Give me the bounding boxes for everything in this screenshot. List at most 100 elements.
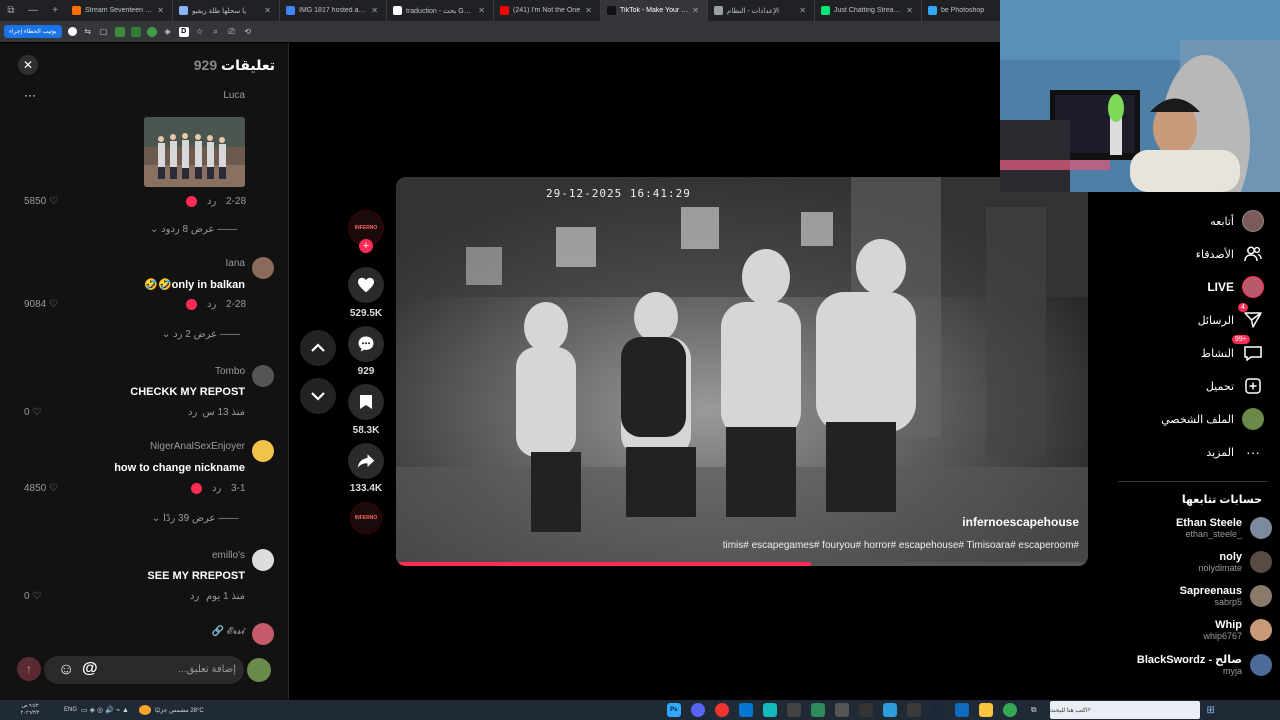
close-tab-icon[interactable]: ✕ bbox=[688, 6, 699, 15]
video-username[interactable]: infernoescapehouse bbox=[962, 515, 1079, 529]
comment-author[interactable]: Tombo bbox=[215, 366, 245, 377]
obs-icon[interactable] bbox=[858, 703, 873, 717]
view-replies-button[interactable]: ⌄ عرض 8 ردود —— bbox=[150, 224, 237, 235]
d-extension-icon[interactable]: D bbox=[178, 26, 189, 37]
close-tab-icon[interactable]: ✕ bbox=[260, 6, 271, 15]
browser-tab[interactable]: traduction - بحث Google✕ bbox=[387, 0, 494, 21]
reply-button[interactable]: رد bbox=[207, 196, 216, 207]
translate-icon[interactable]: ⟲ bbox=[243, 27, 253, 37]
sidebar-item-following[interactable]: أتابعه bbox=[1210, 209, 1264, 233]
sidebar-item-messages[interactable]: 4 الرسائل bbox=[1198, 303, 1264, 332]
avatar[interactable] bbox=[252, 257, 274, 279]
clock[interactable]: ٩:٥٣ ص ٢٠٢٦/٣/٢ bbox=[0, 703, 60, 717]
browser-tab[interactable]: TikTok - Make Your Day ✕ bbox=[601, 0, 708, 21]
follow-button[interactable]: + bbox=[359, 239, 373, 253]
like-button[interactable]: 4850 ♡ bbox=[24, 483, 58, 494]
puzzle-icon[interactable]: ▢ bbox=[99, 27, 109, 37]
capcut-icon[interactable] bbox=[786, 703, 801, 717]
sidebar-item-upload[interactable]: تحميل bbox=[1206, 374, 1264, 398]
browser-tab[interactable]: Just Chatting Streaming ✕ bbox=[815, 0, 922, 21]
video-hashtags[interactable]: timis# escapegames# fouryou# horror# esc… bbox=[723, 540, 1079, 551]
following-account[interactable]: Ethan Steele ethan_steele_ bbox=[1176, 517, 1272, 539]
comment-author[interactable]: 🔗 𝓔𝓻𝓼𝓲 bbox=[212, 626, 245, 637]
discord-icon[interactable] bbox=[690, 703, 705, 717]
comment-author[interactable]: Iana bbox=[226, 258, 245, 269]
video-progress-track[interactable] bbox=[396, 562, 1088, 566]
comments-button[interactable] bbox=[348, 326, 384, 362]
edge-icon[interactable] bbox=[954, 703, 969, 717]
cast-icon[interactable]: ⎚ bbox=[227, 27, 237, 37]
like-button[interactable]: 0 ♡ bbox=[24, 407, 41, 418]
like-button[interactable]: 5850 ♡ bbox=[24, 196, 58, 207]
like-button[interactable]: 0 ♡ bbox=[24, 591, 41, 602]
following-account[interactable]: noly nolydimate bbox=[1198, 551, 1272, 573]
sidebar-item-friends[interactable]: الأصدقاء bbox=[1196, 242, 1264, 266]
steam-icon[interactable] bbox=[930, 703, 945, 717]
reply-button[interactable]: رد bbox=[188, 407, 197, 418]
reply-button[interactable]: رد bbox=[207, 299, 216, 310]
close-tab-icon[interactable]: ✕ bbox=[153, 6, 164, 15]
close-tab-icon[interactable]: ✕ bbox=[367, 6, 378, 15]
emoji-icon[interactable]: ☺ bbox=[58, 661, 74, 679]
file-explorer-icon[interactable] bbox=[978, 703, 993, 717]
language-indicator[interactable]: ENG bbox=[64, 707, 77, 713]
comment-author[interactable]: Luca bbox=[223, 90, 245, 101]
extension-icon[interactable] bbox=[114, 26, 125, 37]
avatar[interactable] bbox=[252, 440, 274, 462]
like-video-button[interactable] bbox=[348, 267, 384, 303]
comment-author[interactable]: emillo's bbox=[212, 550, 245, 561]
previous-video-button[interactable] bbox=[300, 330, 336, 366]
close-tab-icon[interactable]: ✕ bbox=[581, 6, 592, 15]
avatar[interactable] bbox=[252, 365, 274, 387]
reply-button[interactable]: رد bbox=[212, 483, 221, 494]
avatar[interactable] bbox=[252, 623, 274, 645]
sidebar-item-activity[interactable]: +99 النشاط bbox=[1201, 335, 1264, 365]
new-tab-button[interactable]: + bbox=[44, 0, 66, 21]
app-icon[interactable] bbox=[810, 703, 825, 717]
search-box[interactable]: ⌕ اكتب هنا للبحث bbox=[1049, 701, 1200, 719]
comment-author[interactable]: NigerAnalSexEnjoyer bbox=[150, 441, 245, 452]
music-disc[interactable]: INFERNO bbox=[350, 502, 382, 534]
profile-icon[interactable] bbox=[67, 27, 77, 36]
comment-photo[interactable] bbox=[144, 117, 245, 187]
shield-icon[interactable] bbox=[146, 26, 157, 37]
sidebar-item-live[interactable]: LIVE bbox=[1207, 275, 1264, 299]
extension-icon[interactable]: ⇆ bbox=[83, 27, 93, 37]
browser-tab[interactable]: الإعدادات - النظام ✕ bbox=[708, 0, 815, 21]
save-button[interactable] bbox=[348, 384, 384, 420]
following-account[interactable]: Whip whip6767 bbox=[1203, 619, 1272, 641]
following-account[interactable]: Sapreenaus sabrp5 bbox=[1180, 585, 1272, 607]
view-replies-button[interactable]: ⌄ عرض 2 رد —— bbox=[162, 329, 240, 340]
video-player[interactable]: 29-12-2025 16:41:29 infernoescapehouse t… bbox=[396, 177, 1088, 566]
chrome-icon[interactable] bbox=[1002, 703, 1017, 717]
like-button[interactable]: 9084 ♡ bbox=[24, 299, 58, 310]
view-replies-button[interactable]: ⌄ عرض 39 ردًا —— bbox=[152, 513, 238, 524]
weather-text[interactable]: 28°C مشمس جزئيًا bbox=[155, 707, 204, 714]
minimize-icon[interactable]: — bbox=[22, 0, 44, 21]
reply-button[interactable]: رد bbox=[190, 591, 199, 602]
share-button[interactable] bbox=[348, 443, 384, 479]
app-icon[interactable] bbox=[738, 703, 753, 717]
task-view-icon[interactable]: ⧉ bbox=[1027, 703, 1041, 717]
browser-tab[interactable]: be Photoshop✕ bbox=[922, 0, 1000, 21]
star-icon[interactable]: ☆ bbox=[195, 27, 205, 37]
close-icon[interactable]: ✕ bbox=[18, 55, 38, 75]
sidebar-item-more[interactable]: ··· المزيد bbox=[1206, 440, 1264, 464]
user-avatar[interactable] bbox=[247, 658, 271, 682]
post-comment-button[interactable]: ↑ bbox=[17, 657, 41, 681]
following-account[interactable]: BlackSwordz - صالح myja bbox=[1137, 653, 1272, 676]
close-tab-icon[interactable]: ✕ bbox=[474, 6, 485, 15]
toolbar-action-button[interactable]: يوتيب الحظاء إجراء bbox=[4, 25, 62, 38]
tray-icons[interactable]: ▭◈◎🔊⌁▲ bbox=[81, 706, 131, 714]
photoshop-icon[interactable]: Ps bbox=[666, 703, 681, 717]
app-icon[interactable] bbox=[834, 703, 849, 717]
browser-tab[interactable]: Stream Seventeen Beats✕ bbox=[66, 0, 173, 21]
next-video-button[interactable] bbox=[300, 378, 336, 414]
browser-tab[interactable]: (241) I'm Not the One ✕ bbox=[494, 0, 601, 21]
sidebar-item-profile[interactable]: الملف الشخصي bbox=[1161, 407, 1264, 431]
zoom-icon[interactable]: ⌕ bbox=[211, 27, 221, 37]
windows-start-icon[interactable]: ⊞ bbox=[1204, 703, 1218, 717]
record-icon[interactable] bbox=[714, 703, 729, 717]
app-icon[interactable] bbox=[906, 703, 921, 717]
close-tab-icon[interactable]: ✕ bbox=[902, 6, 913, 15]
